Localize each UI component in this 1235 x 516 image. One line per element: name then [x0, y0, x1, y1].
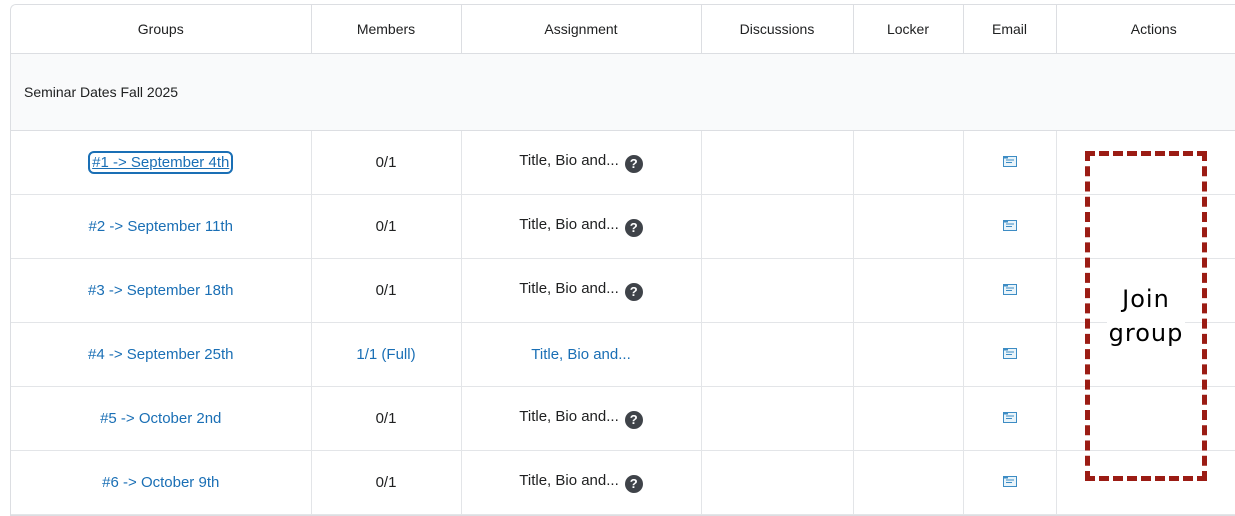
group-cell: #5 -> October 2nd [11, 386, 312, 451]
assignment-name: Title, Bio and... [519, 280, 619, 297]
actions-cell [1056, 194, 1235, 259]
assignment-cell: Title, Bio and...? [461, 258, 702, 323]
assignment-link[interactable]: Title, Bio and... [531, 346, 631, 363]
group-link[interactable]: #6 -> October 9th [102, 474, 219, 491]
locker-cell [853, 322, 964, 387]
group-link[interactable]: #2 -> September 11th [89, 218, 233, 235]
members-count: 0/1 [375, 218, 397, 235]
email-cell [963, 322, 1057, 387]
header-members: Members [311, 5, 462, 54]
locker-cell [853, 130, 964, 195]
email-icon[interactable] [1002, 282, 1017, 299]
header-email: Email [963, 5, 1057, 54]
groups-table-container: Groups Members Assignment Discussions Lo… [10, 4, 1235, 516]
question-circle-icon[interactable]: ? [624, 475, 643, 493]
locker-cell [853, 450, 964, 515]
group-link[interactable]: #5 -> October 2nd [100, 410, 221, 427]
category-title: Seminar Dates Fall 2025 [11, 53, 1235, 131]
header-locker: Locker [853, 5, 964, 54]
members-count: 0/1 [375, 282, 397, 299]
email-cell [963, 258, 1057, 323]
groups-table: Groups Members Assignment Discussions Lo… [11, 5, 1235, 515]
actions-cell [1056, 322, 1235, 387]
assignment-cell: Title, Bio and... [461, 322, 702, 387]
header-assignment: Assignment [461, 5, 702, 54]
email-cell [963, 130, 1057, 195]
table-row: #3 -> September 18th 0/1 Title, Bio and...… [11, 258, 1235, 323]
assignment-name: Title, Bio and... [519, 472, 619, 489]
assignment-cell: Title, Bio and...? [461, 450, 702, 515]
members-cell: 0/1 [311, 130, 462, 195]
question-circle-icon[interactable]: ? [624, 411, 643, 429]
discussions-cell [701, 450, 854, 515]
members-cell: 1/1 (Full) [311, 322, 462, 387]
group-cell: #2 -> September 11th [11, 194, 312, 259]
table-row: #6 -> October 9th 0/1 Title, Bio and...? [11, 450, 1235, 515]
question-circle-icon[interactable]: ? [624, 283, 643, 301]
email-icon[interactable] [1002, 474, 1017, 491]
members-count: 0/1 [375, 410, 397, 427]
header-groups: Groups [11, 5, 312, 54]
question-circle-icon[interactable]: ? [624, 155, 643, 173]
actions-cell [1056, 386, 1235, 451]
members-count[interactable]: 1/1 (Full) [356, 346, 415, 363]
discussions-cell [701, 258, 854, 323]
discussions-cell [701, 130, 854, 195]
group-link[interactable]: #3 -> September 18th [88, 282, 234, 299]
actions-cell [1056, 130, 1235, 195]
members-cell: 0/1 [311, 450, 462, 515]
header-actions: Actions [1056, 5, 1235, 54]
email-cell [963, 386, 1057, 451]
locker-cell [853, 194, 964, 259]
assignment-cell: Title, Bio and...? [461, 194, 702, 259]
question-circle-icon[interactable]: ? [624, 219, 643, 237]
locker-cell [853, 258, 964, 323]
email-icon[interactable] [1002, 218, 1017, 235]
email-cell [963, 450, 1057, 515]
table-row: #5 -> October 2nd 0/1 Title, Bio and...? [11, 386, 1235, 451]
discussions-cell [701, 322, 854, 387]
group-link[interactable]: #4 -> September 25th [88, 346, 234, 363]
members-count: 0/1 [375, 474, 397, 491]
group-cell: #1 -> September 4th [11, 130, 312, 195]
assignment-name: Title, Bio and... [519, 216, 619, 233]
locker-cell [853, 386, 964, 451]
email-icon[interactable] [1002, 410, 1017, 427]
email-icon[interactable] [1002, 346, 1017, 363]
group-link[interactable]: #1 -> September 4th [88, 151, 234, 174]
header-discussions: Discussions [701, 5, 854, 54]
table-row: #4 -> September 25th 1/1 (Full) Title, Bio… [11, 322, 1235, 387]
assignment-name: Title, Bio and... [519, 408, 619, 425]
actions-cell [1056, 258, 1235, 323]
members-cell: 0/1 [311, 258, 462, 323]
table-header-row: Groups Members Assignment Discussions Lo… [11, 5, 1235, 54]
category-row: Seminar Dates Fall 2025 [11, 53, 1235, 131]
assignment-cell: Title, Bio and...? [461, 386, 702, 451]
table-row: #2 -> September 11th 0/1 Title, Bio and...… [11, 194, 1235, 259]
group-cell: #4 -> September 25th [11, 322, 312, 387]
assignment-name: Title, Bio and... [519, 152, 619, 169]
email-icon[interactable] [1002, 154, 1017, 171]
assignment-cell: Title, Bio and...? [461, 130, 702, 195]
discussions-cell [701, 194, 854, 259]
table-row: #1 -> September 4th 0/1 Title, Bio and...? [11, 130, 1235, 195]
email-cell [963, 194, 1057, 259]
members-count: 0/1 [375, 154, 397, 171]
discussions-cell [701, 386, 854, 451]
members-cell: 0/1 [311, 386, 462, 451]
members-cell: 0/1 [311, 194, 462, 259]
group-cell: #6 -> October 9th [11, 450, 312, 515]
actions-cell [1056, 450, 1235, 515]
group-cell: #3 -> September 18th [11, 258, 312, 323]
